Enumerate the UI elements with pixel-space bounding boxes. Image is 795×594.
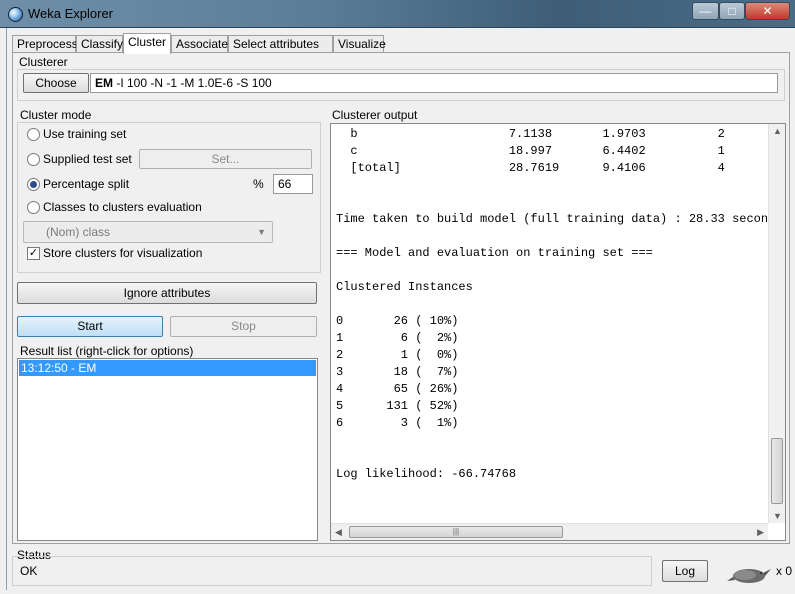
minimize-button[interactable]: — (692, 2, 719, 20)
weka-bird-icon[interactable] (725, 563, 771, 585)
output-line: 4 65 ( 26%) (336, 382, 459, 396)
status-box: OK (12, 556, 652, 586)
vertical-scrollbar[interactable]: ▲ ▼ (768, 124, 785, 523)
output-line: Log likelihood: -66.74768 (336, 467, 517, 481)
output-line: 5 131 ( 52%) (336, 399, 459, 413)
store-clusters-checkbox[interactable]: ✓ (27, 247, 40, 260)
classes-to-clusters-label: Classes to clusters evaluation (43, 200, 202, 214)
vertical-scroll-thumb[interactable] (771, 438, 783, 504)
tab-associate[interactable]: Associate (171, 35, 228, 53)
class-attribute-select[interactable]: (Nom) class ▼ (23, 221, 273, 243)
tab-cluster[interactable]: Cluster (123, 33, 171, 54)
clusterer-output-label: Clusterer output (332, 108, 418, 122)
classes-to-clusters-radio[interactable] (27, 201, 40, 214)
horizontal-scrollbar[interactable]: ◀ ||| ▶ (331, 523, 768, 540)
tab-preprocess[interactable]: Preprocess (12, 35, 78, 53)
task-count: x 0 (776, 564, 793, 578)
window-title: Weka Explorer (28, 6, 114, 21)
scroll-right-arrow-icon[interactable]: ▶ (757, 527, 764, 538)
title-bar: Weka Explorer — □ ✕ (0, 0, 795, 28)
cluster-panel: Clusterer Choose EM -I 100 -N -1 -M 1.0E… (12, 52, 790, 544)
output-line: Clustered Instances (336, 280, 473, 294)
status-area: Status OK Log x 0 (12, 548, 793, 588)
horizontal-scroll-thumb[interactable]: ||| (349, 526, 563, 538)
use-training-set-radio[interactable] (27, 128, 40, 141)
output-line: b 7.1138 1.9703 2 (336, 127, 725, 141)
output-line: [total] 28.7619 9.4106 4 (336, 161, 725, 175)
clusterer-name: EM (95, 76, 113, 90)
tab-visualize[interactable]: Visualize (333, 35, 386, 53)
output-line: 1 6 ( 2%) (336, 331, 459, 345)
tab-classify[interactable]: Classify (76, 35, 123, 53)
chevron-down-icon: ▼ (257, 227, 266, 237)
clusterer-group-label: Clusterer (19, 55, 68, 69)
maximize-button[interactable]: □ (719, 2, 745, 20)
result-list-label: Result list (right-click for options) (20, 344, 194, 358)
choose-button[interactable]: Choose (23, 73, 89, 93)
cluster-mode-label: Cluster mode (20, 108, 92, 122)
explorer-window: Preprocess Classify Cluster Associate Se… (6, 28, 794, 590)
supplied-test-set-label: Supplied test set (43, 152, 132, 166)
tab-select-attributes[interactable]: Select attributes (228, 35, 333, 53)
class-attribute-value: (Nom) class (46, 225, 111, 239)
clusterer-options: -I 100 -N -1 -M 1.0E-6 -S 100 (113, 76, 272, 90)
ignore-attributes-button[interactable]: Ignore attributes (17, 282, 317, 304)
percent-split-input[interactable]: 66 (273, 174, 313, 194)
output-line: 3 18 ( 7%) (336, 365, 459, 379)
result-list[interactable]: 13:12:50 - EM (17, 358, 318, 541)
weka-app-icon (8, 7, 23, 22)
output-line: 0 26 ( 10%) (336, 314, 459, 328)
store-clusters-label: Store clusters for visualization (43, 246, 203, 260)
percentage-split-label: Percentage split (43, 177, 130, 191)
percentage-split-radio[interactable] (27, 178, 40, 191)
output-line: === Model and evaluation on training set… (336, 246, 653, 260)
clusterer-output-panel[interactable]: b 7.1138 1.9703 2 c 18.997 6.4402 1 [tot… (330, 123, 786, 541)
supplied-test-set-radio[interactable] (27, 153, 40, 166)
set-test-set-button[interactable]: Set... (139, 149, 312, 169)
output-line: 6 3 ( 1%) (336, 416, 459, 430)
scroll-up-arrow-icon[interactable]: ▲ (773, 126, 782, 136)
status-text: OK (20, 564, 38, 578)
percent-symbol: % (253, 177, 264, 191)
close-button[interactable]: ✕ (745, 2, 790, 20)
output-line: Time taken to build model (full training… (336, 212, 783, 226)
use-training-set-label: Use training set (43, 127, 127, 141)
result-list-item[interactable]: 13:12:50 - EM (19, 360, 316, 376)
scroll-left-arrow-icon[interactable]: ◀ (335, 527, 342, 538)
clusterer-config-field[interactable]: EM -I 100 -N -1 -M 1.0E-6 -S 100 (90, 73, 778, 93)
stop-button[interactable]: Stop (170, 316, 317, 337)
output-line: c 18.997 6.4402 1 (336, 144, 725, 158)
output-line: 2 1 ( 0%) (336, 348, 459, 362)
log-button[interactable]: Log (662, 560, 708, 582)
scroll-down-arrow-icon[interactable]: ▼ (773, 511, 782, 521)
start-button[interactable]: Start (17, 316, 163, 337)
